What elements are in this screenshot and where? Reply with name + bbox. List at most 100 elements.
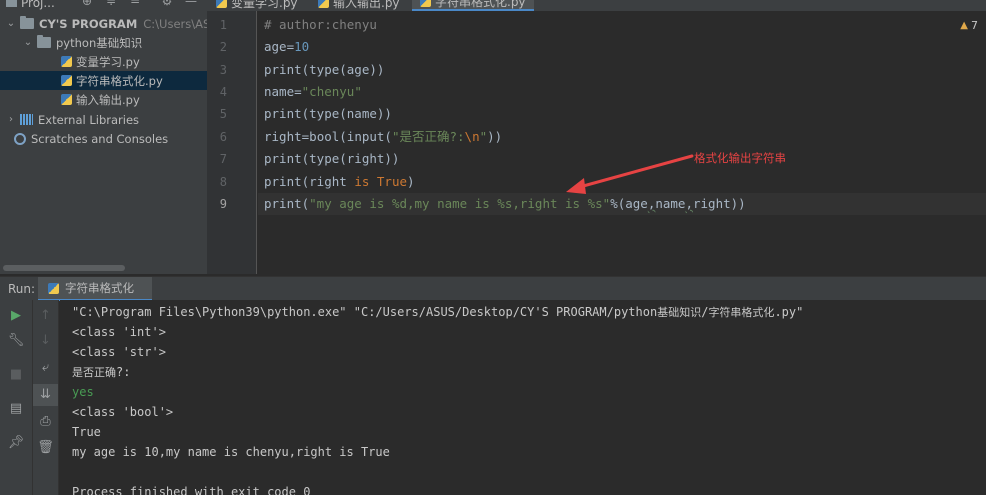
- root-label: CY'S PROGRAM: [39, 16, 138, 31]
- minimize-icon[interactable]: —: [184, 0, 198, 8]
- tree-file-selected[interactable]: 字符串格式化.py: [0, 71, 207, 90]
- code-line-6: right=bool(input("是否正确?:\n")): [264, 126, 502, 148]
- python-file-icon: [216, 0, 227, 8]
- line-number: 9: [219, 197, 227, 211]
- code-line-8: print(right is True): [264, 171, 415, 193]
- code-token: =: [294, 84, 302, 99]
- code-token: print(: [264, 196, 310, 211]
- external-libraries-label: External Libraries: [38, 112, 140, 127]
- collapse-icon[interactable]: ≑: [104, 0, 118, 8]
- stop-icon[interactable]: ■: [0, 364, 32, 386]
- console-line: <class 'int'>: [72, 325, 166, 339]
- scroll-to-end-icon[interactable]: ⇊: [33, 384, 58, 406]
- root-path: C:\Users\ASUS\: [143, 16, 207, 31]
- code-line-4: name="chenyu": [264, 81, 362, 103]
- line-number: 4: [219, 85, 227, 99]
- editor-tab-label: 字符串格式化.py: [435, 0, 526, 9]
- project-icon: [6, 0, 17, 7]
- run-label: Run:: [8, 282, 36, 296]
- layout-icon[interactable]: ▤: [0, 398, 32, 420]
- code-line-2: age=10: [264, 36, 309, 58]
- code-editor[interactable]: ▲ 7 # author:chenyu age=10 print(type(ag…: [258, 11, 986, 274]
- tree-external-libraries[interactable]: › External Libraries: [0, 110, 207, 129]
- tree-file[interactable]: 输入输出.py: [0, 90, 207, 109]
- chevron-right-icon[interactable]: ›: [6, 114, 16, 125]
- console-text: 字符串格式化: [708, 306, 775, 319]
- project-tool-label: Proj...: [21, 0, 55, 10]
- console-output[interactable]: "C:\Program Files\Python39\python.exe" "…: [60, 300, 986, 495]
- project-tool-tab[interactable]: Proj...: [0, 0, 55, 11]
- gear-icon[interactable]: ⚙: [160, 0, 174, 8]
- up-arrow-icon[interactable]: ↑: [33, 305, 58, 327]
- project-tree: ⌄ CY'S PROGRAM C:\Users\ASUS\ ⌄ python基础…: [0, 11, 207, 274]
- annotation-label: 格式化输出字符串: [694, 151, 786, 165]
- line-number: 6: [219, 130, 227, 144]
- down-arrow-icon[interactable]: ↓: [33, 330, 58, 352]
- horizontal-scrollbar[interactable]: [3, 265, 125, 271]
- code-token: right)): [693, 196, 746, 211]
- tree-folder[interactable]: ⌄ python基础知识: [0, 33, 207, 52]
- line-number: 3: [219, 63, 227, 77]
- print-icon[interactable]: ⎙: [33, 411, 58, 433]
- code-token: "是否正确?:: [391, 129, 465, 144]
- editor-tab-label: 变量学习.py: [231, 0, 298, 10]
- console-text: "C:\Program Files\Python39\python.exe" "…: [72, 305, 658, 319]
- scratches-label: Scratches and Consoles: [31, 131, 169, 146]
- libraries-icon: [20, 114, 33, 125]
- code-token: ): [407, 174, 415, 189]
- editor-tab-string-format[interactable]: 字符串格式化.py: [412, 0, 534, 11]
- code-line-5: print(type(name)): [264, 103, 392, 125]
- rerun-icon[interactable]: ▶: [0, 305, 32, 327]
- pin-icon[interactable]: 📌︎: [0, 432, 32, 454]
- console-line: "C:\Program Files\Python39\python.exe" "…: [72, 302, 803, 322]
- editor-tab-label: 输入输出.py: [333, 0, 400, 10]
- line-number: 8: [219, 175, 227, 189]
- console-line: Process finished with exit code 0: [72, 485, 311, 495]
- tree-scratches[interactable]: Scratches and Consoles: [0, 129, 207, 148]
- console-line: <class 'bool'>: [72, 405, 174, 419]
- locate-icon[interactable]: ⊕: [80, 0, 94, 8]
- chevron-down-icon[interactable]: ⌄: [6, 18, 16, 29]
- python-file-icon: [318, 0, 329, 8]
- run-panel-header: Run: 字符串格式化: [0, 276, 986, 301]
- folder-label: python基础知识: [56, 35, 143, 50]
- code-token: bool(input(: [309, 129, 392, 144]
- inspection-widget[interactable]: ▲ 7: [960, 19, 978, 32]
- editor-tab-io[interactable]: 输入输出.py: [310, 0, 408, 11]
- wrench-icon[interactable]: 🔧︎: [0, 330, 32, 352]
- scratches-icon: [14, 132, 26, 145]
- soft-wrap-icon[interactable]: ⤶: [33, 357, 58, 379]
- run-config-tab[interactable]: 字符串格式化: [38, 277, 152, 301]
- expand-icon[interactable]: ≐: [128, 0, 142, 8]
- code-token: print(type(right)): [264, 151, 400, 166]
- warning-icon: ▲: [960, 20, 968, 31]
- run-toolbar-right: ↑ ↓ ⤶ ⇊ ⎙ 🗑︎: [33, 300, 59, 495]
- code-token: right: [264, 129, 302, 144]
- tree-file[interactable]: 变量学习.py: [0, 52, 207, 71]
- annotation-arrow: [566, 154, 694, 194]
- console-line: my age is 10,my name is chenyu,right is …: [72, 445, 390, 459]
- trash-icon[interactable]: 🗑︎: [33, 437, 58, 459]
- python-file-icon: [48, 282, 59, 294]
- editor-tab-variables[interactable]: 变量学习.py: [208, 0, 306, 11]
- line-number: 2: [219, 40, 227, 54]
- console-input-echo: yes: [72, 385, 94, 399]
- top-tab-strip: Proj... ⊕ ≑ ≐ ⚙ — 变量学习.py 输入输出.py 字符串格式化…: [0, 0, 986, 11]
- python-file-icon: [61, 75, 72, 86]
- code-line-3: print(type(age)): [264, 59, 384, 81]
- file-label: 字符串格式化.py: [76, 73, 163, 88]
- console-text: ?:: [116, 365, 131, 379]
- warning-count: 7: [971, 19, 978, 32]
- run-toolbar-left: ▶ 🔧︎ ■ ▤ 📌︎: [0, 300, 33, 495]
- code-token: ": [479, 129, 488, 144]
- python-file-icon: [420, 0, 431, 7]
- line-number: 5: [219, 107, 227, 121]
- tree-root[interactable]: ⌄ CY'S PROGRAM C:\Users\ASUS\: [0, 14, 207, 33]
- code-token: is: [354, 174, 370, 189]
- chevron-down-icon[interactable]: ⌄: [23, 37, 33, 48]
- code-line-1: # author:chenyu: [264, 14, 377, 36]
- console-line: <class 'str'>: [72, 345, 166, 359]
- python-file-icon: [61, 94, 72, 105]
- code-token: =: [286, 39, 295, 54]
